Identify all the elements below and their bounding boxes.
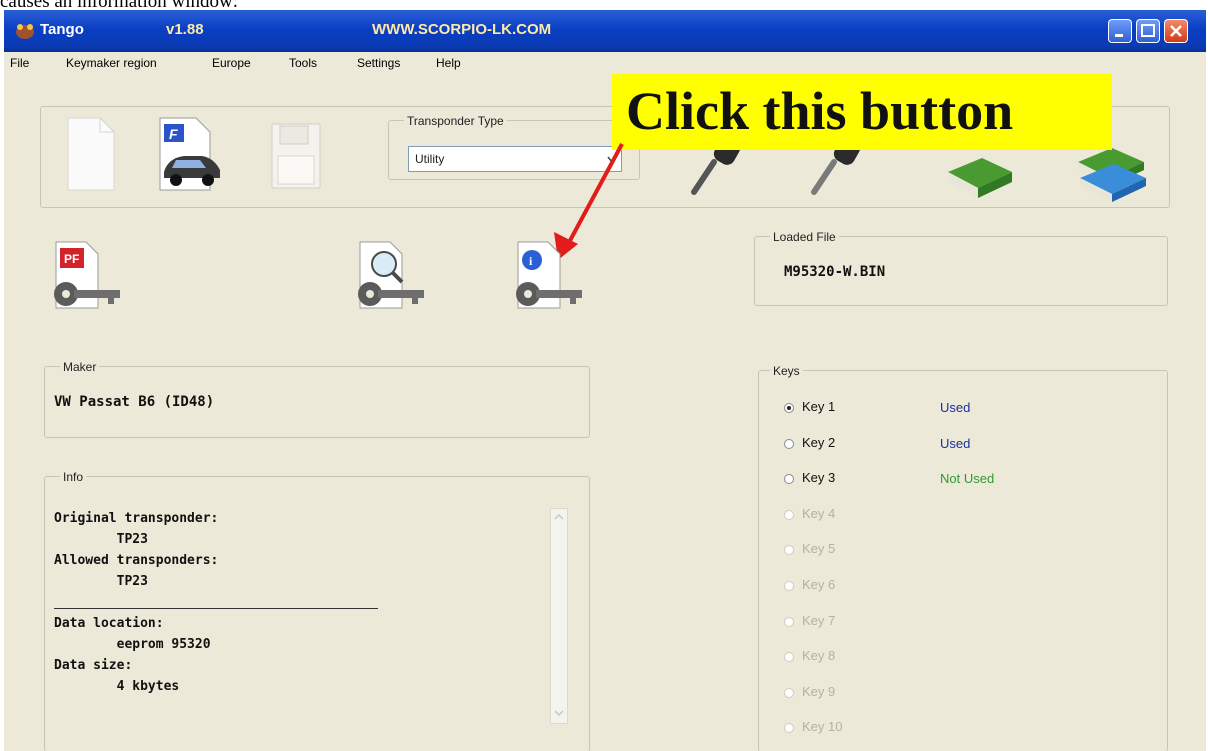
key-radio [784,687,794,698]
callout-box: Click this button [612,74,1112,150]
key-label: Key 10 [802,719,843,735]
menu-settings[interactable]: Settings [357,56,400,70]
key-label: Key 3 [802,470,836,486]
maker-label: Maker [60,360,100,374]
key-label: Key 4 [802,505,836,521]
app-version: v1.88 [166,21,204,38]
maximize-icon [1141,24,1155,37]
title-bar[interactable]: Tango v1.88 WWW.SCORPIO-LK.COM [4,10,1206,52]
callout-text: Click this button [626,81,1014,141]
menu-europe[interactable]: Europe [212,56,251,70]
info-line: Allowed transponders: [54,553,219,568]
info-line: Data location: [54,616,164,631]
info-line: Original transponder: [54,511,219,526]
maker-value: VW Passat B6 (ID48) [54,394,215,410]
caption-text: causes an information window: [0,0,1208,10]
info-line: Data size: [54,658,133,673]
info-separator [54,592,544,613]
keys-list: Key 1 Used Key 2 Used Key 3 Not Used Key 4 Key … [784,398,1154,751]
info-key-button[interactable]: i [514,238,590,323]
key-radio [784,580,794,591]
transponder-type-value: Utility [415,152,445,166]
key-row: Key 4 [784,505,1154,541]
svg-text:F: F [169,126,178,142]
key-label: Key 1 [802,399,836,414]
maximize-button[interactable] [1136,19,1160,43]
menu-bar [4,52,1206,74]
key-label: Key 5 [802,541,836,557]
info-label: Info [60,470,87,484]
transponder-type-label: Transponder Type [404,114,507,128]
key-label: Key 6 [802,576,836,592]
info-line: 4 kbytes [54,679,180,694]
menu-keymaker-region[interactable]: Keymaker region [66,56,157,70]
info-line: TP23 [54,532,148,547]
key-radio[interactable] [784,438,794,449]
close-icon [1170,25,1182,37]
info-scrollbar[interactable] [550,508,568,724]
key-radio [784,616,794,627]
minimize-icon [1115,34,1123,37]
info-text: Original transponder: TP23 Allowed trans… [54,508,544,697]
loaded-file-value: M95320-W.BIN [784,264,886,280]
keys-label: Keys [770,364,803,378]
separator-line [54,608,378,609]
key-radio[interactable] [784,474,794,485]
app-title: Tango [40,21,84,38]
key-label: Key 8 [802,648,836,664]
key-row[interactable]: Key 3 Not Used [784,469,1154,505]
minimize-button[interactable] [1108,19,1132,43]
key-status: Not Used [940,471,995,487]
key-label: Key 7 [802,612,836,628]
app-website: WWW.SCORPIO-LK.COM [372,21,552,38]
new-file-icon [67,117,115,191]
new-file-button[interactable] [62,114,120,199]
app-window: Tango v1.88 WWW.SCORPIO-LK.COM File Keym… [4,10,1206,751]
key-label: Key 9 [802,683,836,699]
info-line: eeprom 95320 [54,637,211,652]
key-radio [784,545,794,556]
key-status: Used [940,400,971,415]
info-line: TP23 [54,574,148,589]
key-row[interactable]: Key 2 Used [784,434,1154,470]
key-radio [784,652,794,663]
menu-file[interactable]: File [10,56,29,70]
key-radio [784,723,794,734]
open-car-file-button[interactable]: F [154,114,228,199]
loaded-file-label: Loaded File [770,230,839,244]
scroll-down-icon[interactable] [553,707,565,719]
key-row: Key 8 [784,647,1154,683]
key-row: Key 10 [784,718,1154,751]
key-label: Key 2 [802,434,836,450]
app-logo-icon [16,24,34,39]
close-button[interactable] [1164,19,1188,43]
svg-text:PF: PF [64,252,79,266]
save-icon [271,123,321,189]
open-car-file-icon: F [159,117,220,191]
key-row[interactable]: Key 1 Used [784,398,1154,434]
save-button[interactable] [266,114,326,199]
key-radio [784,509,794,520]
pdf-key-button[interactable]: PF [52,238,126,323]
key-status: Used [940,435,971,451]
key-row: Key 7 [784,612,1154,648]
menu-help[interactable]: Help [436,56,461,70]
search-key-button[interactable] [356,238,432,323]
key-row: Key 6 [784,576,1154,612]
info-key-icon: i [516,241,582,309]
menu-tools[interactable]: Tools [289,56,317,70]
scroll-up-icon[interactable] [553,511,565,523]
key-row: Key 9 [784,683,1154,719]
key-row: Key 5 [784,540,1154,576]
pdf-key-icon: PF [54,241,120,309]
key-radio[interactable] [784,403,794,413]
search-key-icon [358,241,424,309]
